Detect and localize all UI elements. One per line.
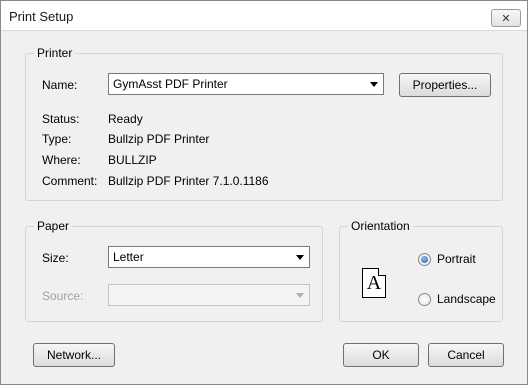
type-label: Type: xyxy=(42,132,72,146)
where-label: Where: xyxy=(42,153,81,167)
type-value: Bullzip PDF Printer xyxy=(108,132,210,146)
portrait-page-icon: A xyxy=(362,268,386,298)
orientation-group: Orientation A Portrait Landscape xyxy=(339,219,503,322)
paper-size-select[interactable]: Letter xyxy=(108,246,310,268)
orientation-group-label: Orientation xyxy=(348,219,413,233)
close-icon: ✕ xyxy=(501,12,511,25)
print-setup-dialog: Print Setup ✕ Printer Name: GymAsst PDF … xyxy=(0,0,528,385)
paper-group: Paper Size: Letter Source: xyxy=(25,219,323,322)
ok-button[interactable]: OK xyxy=(343,343,419,367)
portrait-label[interactable]: Portrait xyxy=(437,252,476,266)
printer-name-select[interactable]: GymAsst PDF Printer xyxy=(108,73,384,95)
name-label: Name: xyxy=(42,78,78,92)
printer-group-label: Printer xyxy=(34,46,76,60)
comment-value: Bullzip PDF Printer 7.1.0.1186 xyxy=(108,174,269,188)
printer-name-value: GymAsst PDF Printer xyxy=(113,77,228,91)
cancel-button[interactable]: Cancel xyxy=(428,343,504,367)
chevron-down-icon xyxy=(296,255,304,260)
landscape-radio[interactable] xyxy=(418,293,431,306)
landscape-label[interactable]: Landscape xyxy=(437,292,496,306)
paper-source-select[interactable] xyxy=(108,284,310,306)
network-button[interactable]: Network... xyxy=(33,343,115,367)
page-icon-letter: A xyxy=(366,271,382,294)
portrait-radio[interactable] xyxy=(418,253,431,266)
title-bar: Print Setup ✕ xyxy=(1,1,527,31)
printer-group: Printer Name: GymAsst PDF Printer Proper… xyxy=(25,46,503,201)
where-value: BULLZIP xyxy=(108,153,157,167)
dialog-title: Print Setup xyxy=(9,9,74,24)
paper-group-label: Paper xyxy=(34,219,73,233)
comment-label: Comment: xyxy=(42,174,98,188)
status-label: Status: xyxy=(42,112,80,126)
status-value: Ready xyxy=(108,112,143,126)
size-label: Size: xyxy=(42,251,69,265)
chevron-down-icon xyxy=(296,293,304,298)
source-label: Source: xyxy=(42,289,84,303)
paper-size-value: Letter xyxy=(113,250,144,264)
chevron-down-icon xyxy=(370,82,378,87)
close-button[interactable]: ✕ xyxy=(491,9,521,27)
properties-button[interactable]: Properties... xyxy=(399,73,491,97)
